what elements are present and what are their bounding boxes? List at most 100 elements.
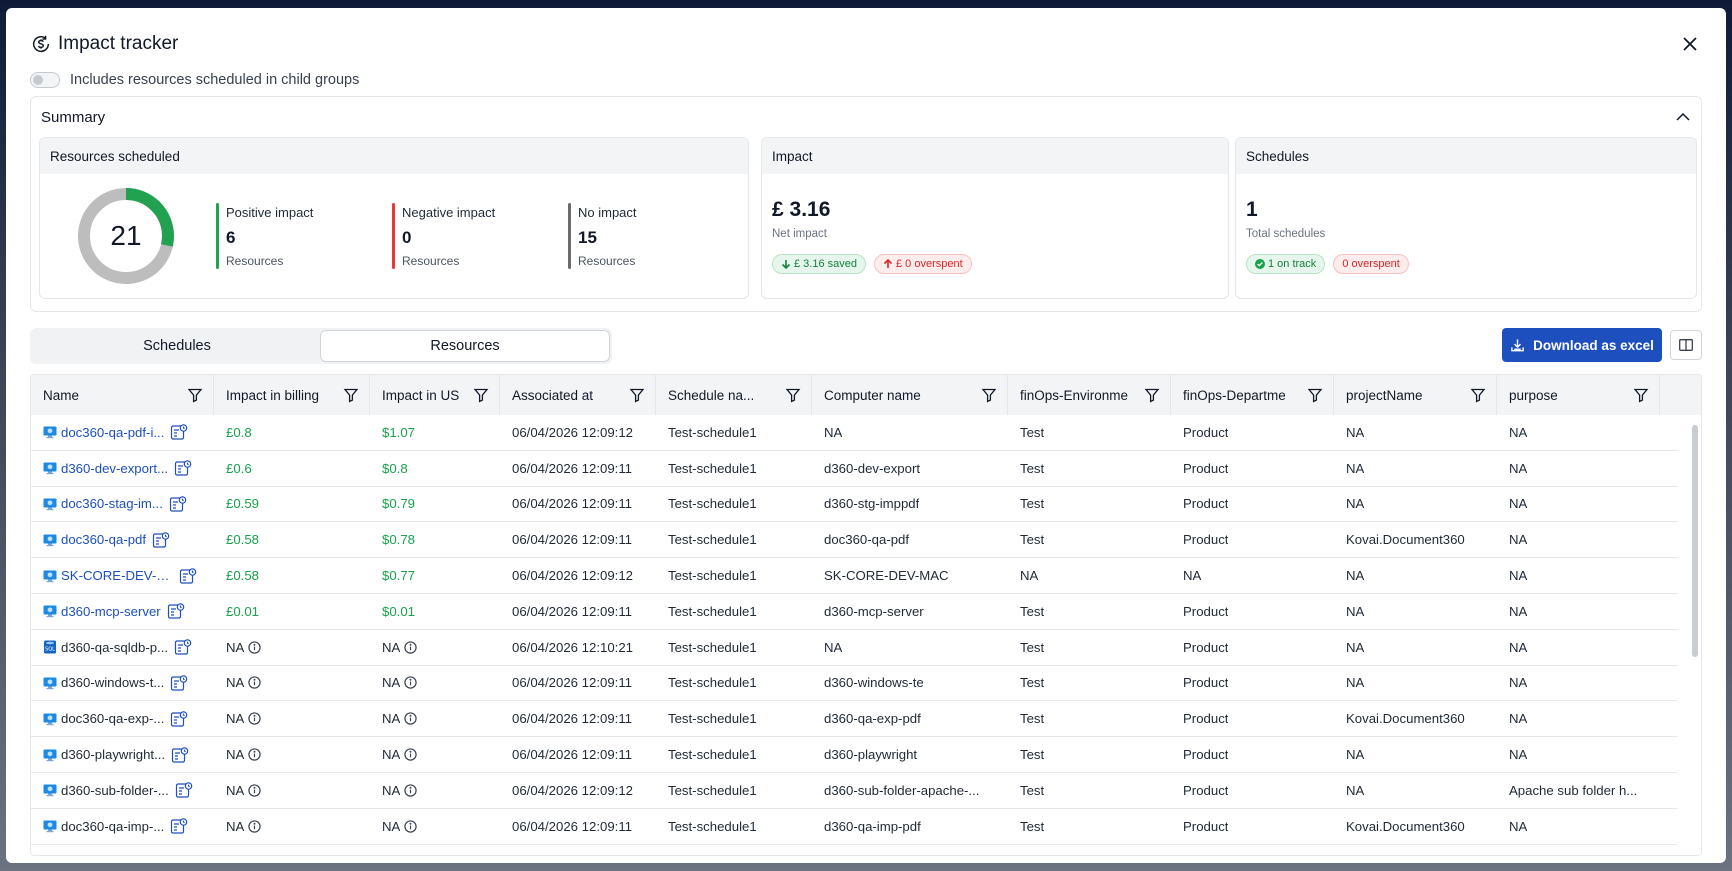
column-header[interactable]: Impact in billing xyxy=(214,375,370,415)
column-header[interactable]: Associated at xyxy=(500,375,656,415)
impact-billing-cell: NA xyxy=(214,666,370,701)
filter-icon[interactable] xyxy=(473,387,489,403)
filter-icon[interactable] xyxy=(343,387,359,403)
info-icon[interactable] xyxy=(404,676,418,690)
column-header[interactable]: projectName xyxy=(1334,375,1497,415)
positive-impact-stat: Positive impact 6 Resources xyxy=(216,203,313,269)
column-header[interactable]: finOps-Environme xyxy=(1008,375,1171,415)
resource-name[interactable]: SK-CORE-DEV-M... xyxy=(61,568,173,583)
table-row[interactable]: SQL d360-qa-sqldb-p... NA NA 06/04/2026 12:1… xyxy=(31,630,1677,666)
cell-text: Test-schedule1 xyxy=(668,603,757,619)
filter-icon[interactable] xyxy=(785,387,801,403)
table-scrollbar-thumb[interactable] xyxy=(1692,425,1698,657)
schedule-list-icon[interactable] xyxy=(175,781,193,799)
impact-billing-cell: NA xyxy=(214,737,370,772)
resource-name-cell: doc360-qa-pdf-i... xyxy=(31,415,214,450)
resource-name[interactable]: doc360-qa-pdf-i... xyxy=(61,425,164,440)
filter-icon[interactable] xyxy=(1470,387,1486,403)
schedule-list-icon[interactable] xyxy=(170,674,188,692)
table-row[interactable]: doc360-qa-exp-... NA NA 06/04/2026 12:09:11… xyxy=(31,701,1677,738)
resource-name-cell: SK-CORE-DEV-M... xyxy=(31,558,214,593)
resource-name[interactable]: d360-mcp-server xyxy=(61,604,161,619)
filter-icon[interactable] xyxy=(1633,387,1649,403)
info-icon[interactable] xyxy=(404,819,418,833)
info-icon[interactable] xyxy=(248,784,262,797)
cell-text: NA xyxy=(1509,460,1528,476)
schedule-list-icon[interactable] xyxy=(174,459,192,477)
filter-icon[interactable] xyxy=(187,387,203,403)
resource-name[interactable]: doc360-qa-pdf xyxy=(61,532,146,547)
computer-name-cell: d360-sub-folder-apache-... xyxy=(812,773,1008,808)
cell-text: d360-qa-imp-pdf xyxy=(824,818,921,834)
cell-text: Test-schedule1 xyxy=(668,532,757,548)
child-groups-toggle[interactable] xyxy=(30,72,60,88)
schedule-list-icon[interactable] xyxy=(174,638,192,656)
virtual-machine-icon xyxy=(43,498,57,511)
schedule-list-icon[interactable] xyxy=(152,531,170,549)
impact-usd-cell: NA xyxy=(370,809,500,844)
cell-text: NA xyxy=(1346,747,1365,763)
virtual-machine-icon xyxy=(43,426,57,439)
column-header[interactable]: Computer name xyxy=(812,375,1008,415)
filter-icon[interactable] xyxy=(1307,387,1323,403)
no-impact-bar xyxy=(568,203,571,269)
resource-name[interactable]: doc360-stag-im... xyxy=(61,496,163,511)
table-row[interactable]: SK-CORE-DEV-M... £0.58 $0.77 06/04/2026 12:… xyxy=(31,558,1677,594)
column-header[interactable]: Impact in US xyxy=(370,375,500,415)
table-row[interactable]: d360-mcp-server £0.01 $0.01 06/04/2026 12:0… xyxy=(31,594,1677,630)
arrow-down-icon xyxy=(781,260,791,269)
info-icon[interactable] xyxy=(404,712,418,725)
close-button[interactable] xyxy=(1678,32,1702,56)
info-icon[interactable] xyxy=(404,640,418,654)
schedule-list-icon[interactable] xyxy=(170,710,188,728)
column-header[interactable]: Name xyxy=(31,375,214,415)
resource-name[interactable]: d360-dev-export... xyxy=(61,461,168,476)
overspent-badge-text: £ 0 overspent xyxy=(896,258,963,270)
table-row[interactable]: d360-playwright... NA NA 06/04/2026 12:09:1… xyxy=(31,737,1677,773)
info-icon[interactable] xyxy=(404,748,418,761)
table-row[interactable]: doc360-stag-im... £0.59 $0.79 06/04/2026 12… xyxy=(31,487,1677,523)
negative-impact-value: 0 xyxy=(402,228,412,247)
schedule-list-icon[interactable] xyxy=(179,567,197,585)
schedule-list-icon[interactable] xyxy=(170,423,188,441)
table-row[interactable]: doc360-qa-imp-... NA NA 06/04/2026 12:09:11… xyxy=(31,809,1677,845)
column-header[interactable]: purpose xyxy=(1497,375,1660,415)
info-icon[interactable] xyxy=(248,712,262,725)
computer-name-cell: doc360-qa-pdf xyxy=(812,522,1008,557)
cell-text: NA xyxy=(226,782,245,798)
column-header[interactable]: finOps-Departme xyxy=(1171,375,1334,415)
schedule-list-icon[interactable] xyxy=(170,817,188,835)
resource-name: d360-qa-sqldb-p... xyxy=(61,639,169,655)
schedule-list-icon[interactable] xyxy=(169,495,187,513)
table-row[interactable]: d360-dev-export... £0.6 $0.8 06/04/2026 12:… xyxy=(31,451,1677,487)
cell-text: NA xyxy=(1183,568,1202,584)
column-header[interactable]: Schedule na... xyxy=(656,375,812,415)
tab-resources[interactable]: Resources xyxy=(321,331,609,361)
filter-icon[interactable] xyxy=(981,387,997,403)
cell-text: d360-sub-folder-apache-... xyxy=(824,782,980,798)
impact-tracker-modal: Impact tracker Includes resources schedu… xyxy=(6,8,1726,863)
filter-icon[interactable] xyxy=(629,387,645,403)
info-icon[interactable] xyxy=(248,640,262,654)
table-body: doc360-qa-pdf-i... £0.8 $1.07 06/04/2026 12… xyxy=(31,415,1677,845)
info-icon[interactable] xyxy=(404,784,418,797)
schedule-list-icon[interactable] xyxy=(171,746,189,764)
schedule-list-icon[interactable] xyxy=(167,602,185,620)
download-excel-button[interactable]: Download as excel xyxy=(1502,328,1662,362)
table-scrollbar[interactable] xyxy=(1691,419,1699,853)
column-settings-button[interactable] xyxy=(1670,330,1702,360)
cell-text: NA xyxy=(226,747,245,763)
info-icon[interactable] xyxy=(248,819,262,833)
cell-text: NA xyxy=(1346,460,1365,476)
table-row[interactable]: doc360-qa-pdf £0.58 $0.78 06/04/2026 12:09:… xyxy=(31,522,1677,559)
info-icon[interactable] xyxy=(248,748,262,761)
filter-icon[interactable] xyxy=(1144,387,1160,403)
tab-schedules[interactable]: Schedules xyxy=(33,331,321,361)
table-row[interactable]: doc360-qa-pdf-i... £0.8 $1.07 06/04/2026 12… xyxy=(31,415,1677,451)
chevron-up-icon[interactable] xyxy=(1673,107,1693,127)
table-row[interactable]: d360-sub-folder-... NA NA 06/04/2026 12:09:… xyxy=(31,773,1677,809)
associated-at-cell: 06/04/2026 12:09:12 xyxy=(500,773,656,808)
table-row[interactable]: d360-windows-t... NA NA 06/04/2026 12:09:11… xyxy=(31,666,1677,702)
column-header-label: projectName xyxy=(1346,387,1423,403)
info-icon[interactable] xyxy=(248,676,262,690)
